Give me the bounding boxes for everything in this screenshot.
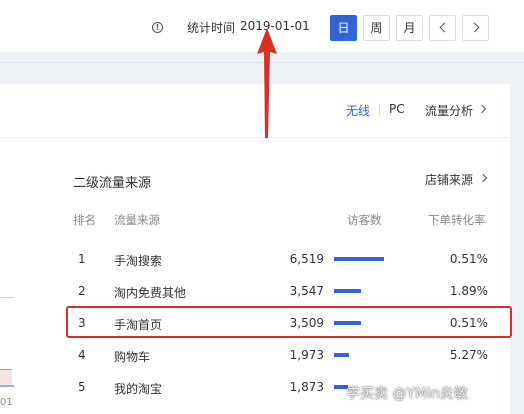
chart-gridline [0, 297, 14, 298]
row-rank: 5 [78, 380, 86, 394]
row-source: 淘内免费其他 [114, 286, 187, 300]
chevron-left-icon [439, 22, 450, 33]
header-conversion: 下单转化率 [428, 213, 486, 227]
stat-time-label: 统计时间 [187, 21, 236, 35]
next-date-button[interactable] [462, 15, 489, 41]
traffic-analysis-link[interactable]: 流量分析 [425, 102, 473, 119]
row-visitors: 3,547 [289, 284, 324, 298]
chevron-right-icon [469, 22, 480, 33]
row-rank: 4 [78, 348, 86, 362]
row-visitors: 1,873 [289, 380, 324, 394]
row-conversion: 5.27% [449, 348, 488, 362]
chart-area-fill [0, 369, 12, 385]
row-conversion: 1.89% [449, 284, 488, 298]
row-source: 我的淘宝 [114, 382, 163, 396]
header-visitors: 访客数 [347, 213, 382, 227]
red-arrow-annotation [257, 28, 277, 138]
row-rank: 1 [78, 252, 86, 266]
header-rank: 排名 [73, 213, 96, 227]
row-visitors: 1,973 [289, 348, 324, 362]
period-month-button[interactable]: 月 [396, 15, 423, 41]
visitor-bar [334, 353, 349, 357]
tab-wireless[interactable]: 无线 [346, 102, 370, 119]
visitor-bar [334, 257, 384, 261]
chart-baseline [0, 385, 14, 387]
row-conversion: 0.51% [449, 252, 488, 266]
card-header-divider [0, 137, 510, 138]
tab-pc[interactable]: PC [389, 102, 405, 116]
info-circle-icon[interactable]: ! [152, 22, 163, 33]
traffic-source-card [0, 84, 510, 414]
period-week-button[interactable]: 周 [363, 15, 390, 41]
row-visitors: 6,519 [289, 252, 324, 266]
row-rank: 2 [78, 284, 86, 298]
arrow-shape [257, 28, 277, 138]
prev-date-button[interactable] [429, 15, 456, 41]
shop-source-link[interactable]: 店铺来源 [425, 171, 473, 188]
tab-separator [379, 104, 380, 116]
highlight-annotation-box [66, 306, 512, 338]
watermark-text: 学买卖 @YMin炎敏 [346, 386, 468, 402]
row-source: 购物车 [114, 350, 151, 364]
section-title: 二级流量来源 [73, 176, 152, 191]
header-source: 流量来源 [114, 213, 160, 227]
period-day-button[interactable]: 日 [330, 15, 357, 41]
visitor-bar [334, 289, 361, 293]
chart-axis-label: 01 [0, 397, 13, 408]
row-source: 手淘搜索 [114, 254, 163, 268]
